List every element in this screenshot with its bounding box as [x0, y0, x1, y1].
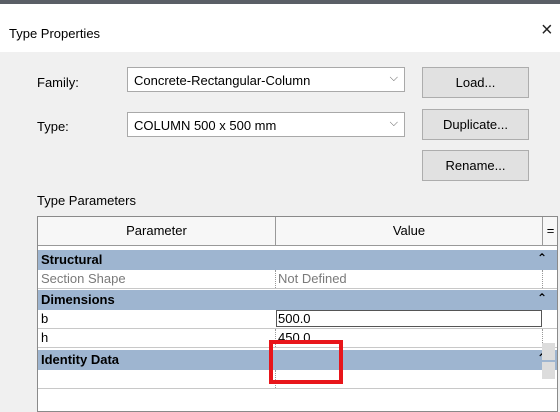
window-title: Type Properties — [9, 26, 101, 41]
param-name: h — [41, 330, 49, 345]
chevron-down-icon: ⌵ — [389, 117, 398, 129]
group-title: Structural — [41, 252, 103, 267]
cell-divider — [275, 270, 276, 288]
table-row[interactable]: Section Shape Not Defined — [38, 270, 557, 289]
group-title: Dimensions — [41, 292, 115, 307]
top-strip — [0, 0, 560, 10]
cell-divider — [542, 270, 543, 288]
duplicate-button[interactable]: Duplicate... — [422, 109, 529, 140]
type-dropdown[interactable]: COLUMN 500 x 500 mm ⌵ — [127, 112, 405, 137]
family-label: Family: — [37, 75, 79, 90]
b-value-input[interactable] — [276, 310, 542, 327]
close-icon[interactable]: × — [541, 19, 553, 42]
background-bar — [0, 0, 560, 4]
grid-header: Parameter Value = — [38, 217, 557, 246]
scroll-handle[interactable] — [542, 362, 555, 379]
highlight-box — [269, 340, 343, 384]
collapse-icon[interactable]: ⌃ — [537, 291, 547, 305]
formula-column-header[interactable]: = — [544, 217, 557, 245]
param-value: 500.0 — [278, 311, 311, 326]
group-dimensions[interactable]: Dimensions ⌃ — [38, 290, 557, 310]
table-row[interactable]: b 500.0 — [38, 310, 557, 329]
family-dropdown[interactable]: Concrete-Rectangular-Column ⌵ — [127, 67, 405, 92]
type-value: COLUMN 500 x 500 mm — [134, 118, 277, 133]
value-column-header[interactable]: Value — [276, 217, 543, 245]
family-value: Concrete-Rectangular-Column — [134, 73, 311, 88]
type-label: Type: — [37, 119, 69, 134]
load-button[interactable]: Load... — [422, 67, 529, 98]
type-parameters-label: Type Parameters — [37, 193, 136, 208]
group-structural[interactable]: Structural ⌃ — [38, 250, 557, 270]
scroll-handle[interactable] — [542, 343, 555, 360]
param-value: Not Defined — [278, 271, 347, 286]
group-title: Identity Data — [41, 352, 120, 367]
rename-button[interactable]: Rename... — [422, 150, 529, 181]
param-name: b — [41, 311, 49, 326]
chevron-down-icon: ⌵ — [389, 72, 398, 84]
title-bar: Type Properties × — [0, 10, 560, 52]
collapse-icon[interactable]: ⌃ — [537, 251, 547, 265]
param-name: Section Shape — [41, 271, 126, 286]
parameter-column-header[interactable]: Parameter — [38, 217, 276, 245]
